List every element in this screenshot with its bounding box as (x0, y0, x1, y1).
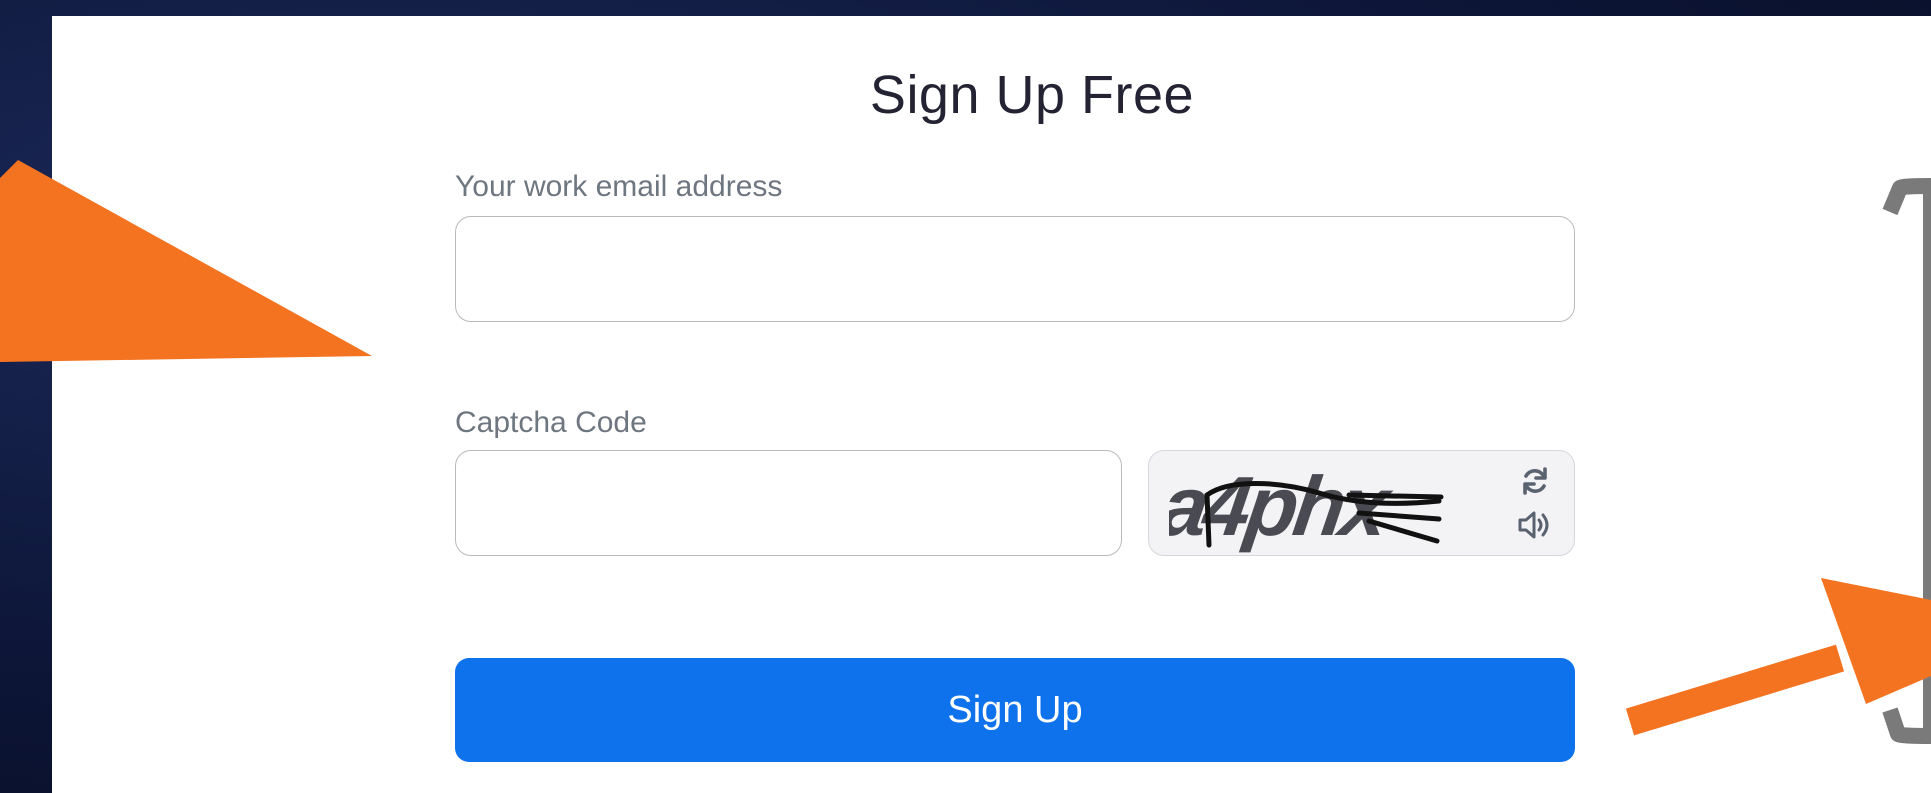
captcha-label: Captcha Code (455, 406, 647, 439)
sign-up-button[interactable]: Sign Up (455, 658, 1575, 762)
captcha-refresh-button[interactable] (1515, 461, 1555, 501)
page-title: Sign Up Free (869, 65, 1195, 125)
captcha-text: a4phx (1169, 459, 1398, 553)
captcha-image: a4phx (1169, 459, 1444, 553)
email-input[interactable] (455, 216, 1575, 322)
refresh-icon (1523, 467, 1547, 495)
signup-panel: Sign Up Free Your work email address Cap… (52, 16, 1931, 793)
captcha-input[interactable] (455, 450, 1122, 556)
captcha-audio-button[interactable] (1515, 505, 1555, 545)
captcha-widget: a4phx (1148, 450, 1575, 556)
speaker-icon (1518, 511, 1549, 539)
email-label: Your work email address (455, 170, 783, 203)
